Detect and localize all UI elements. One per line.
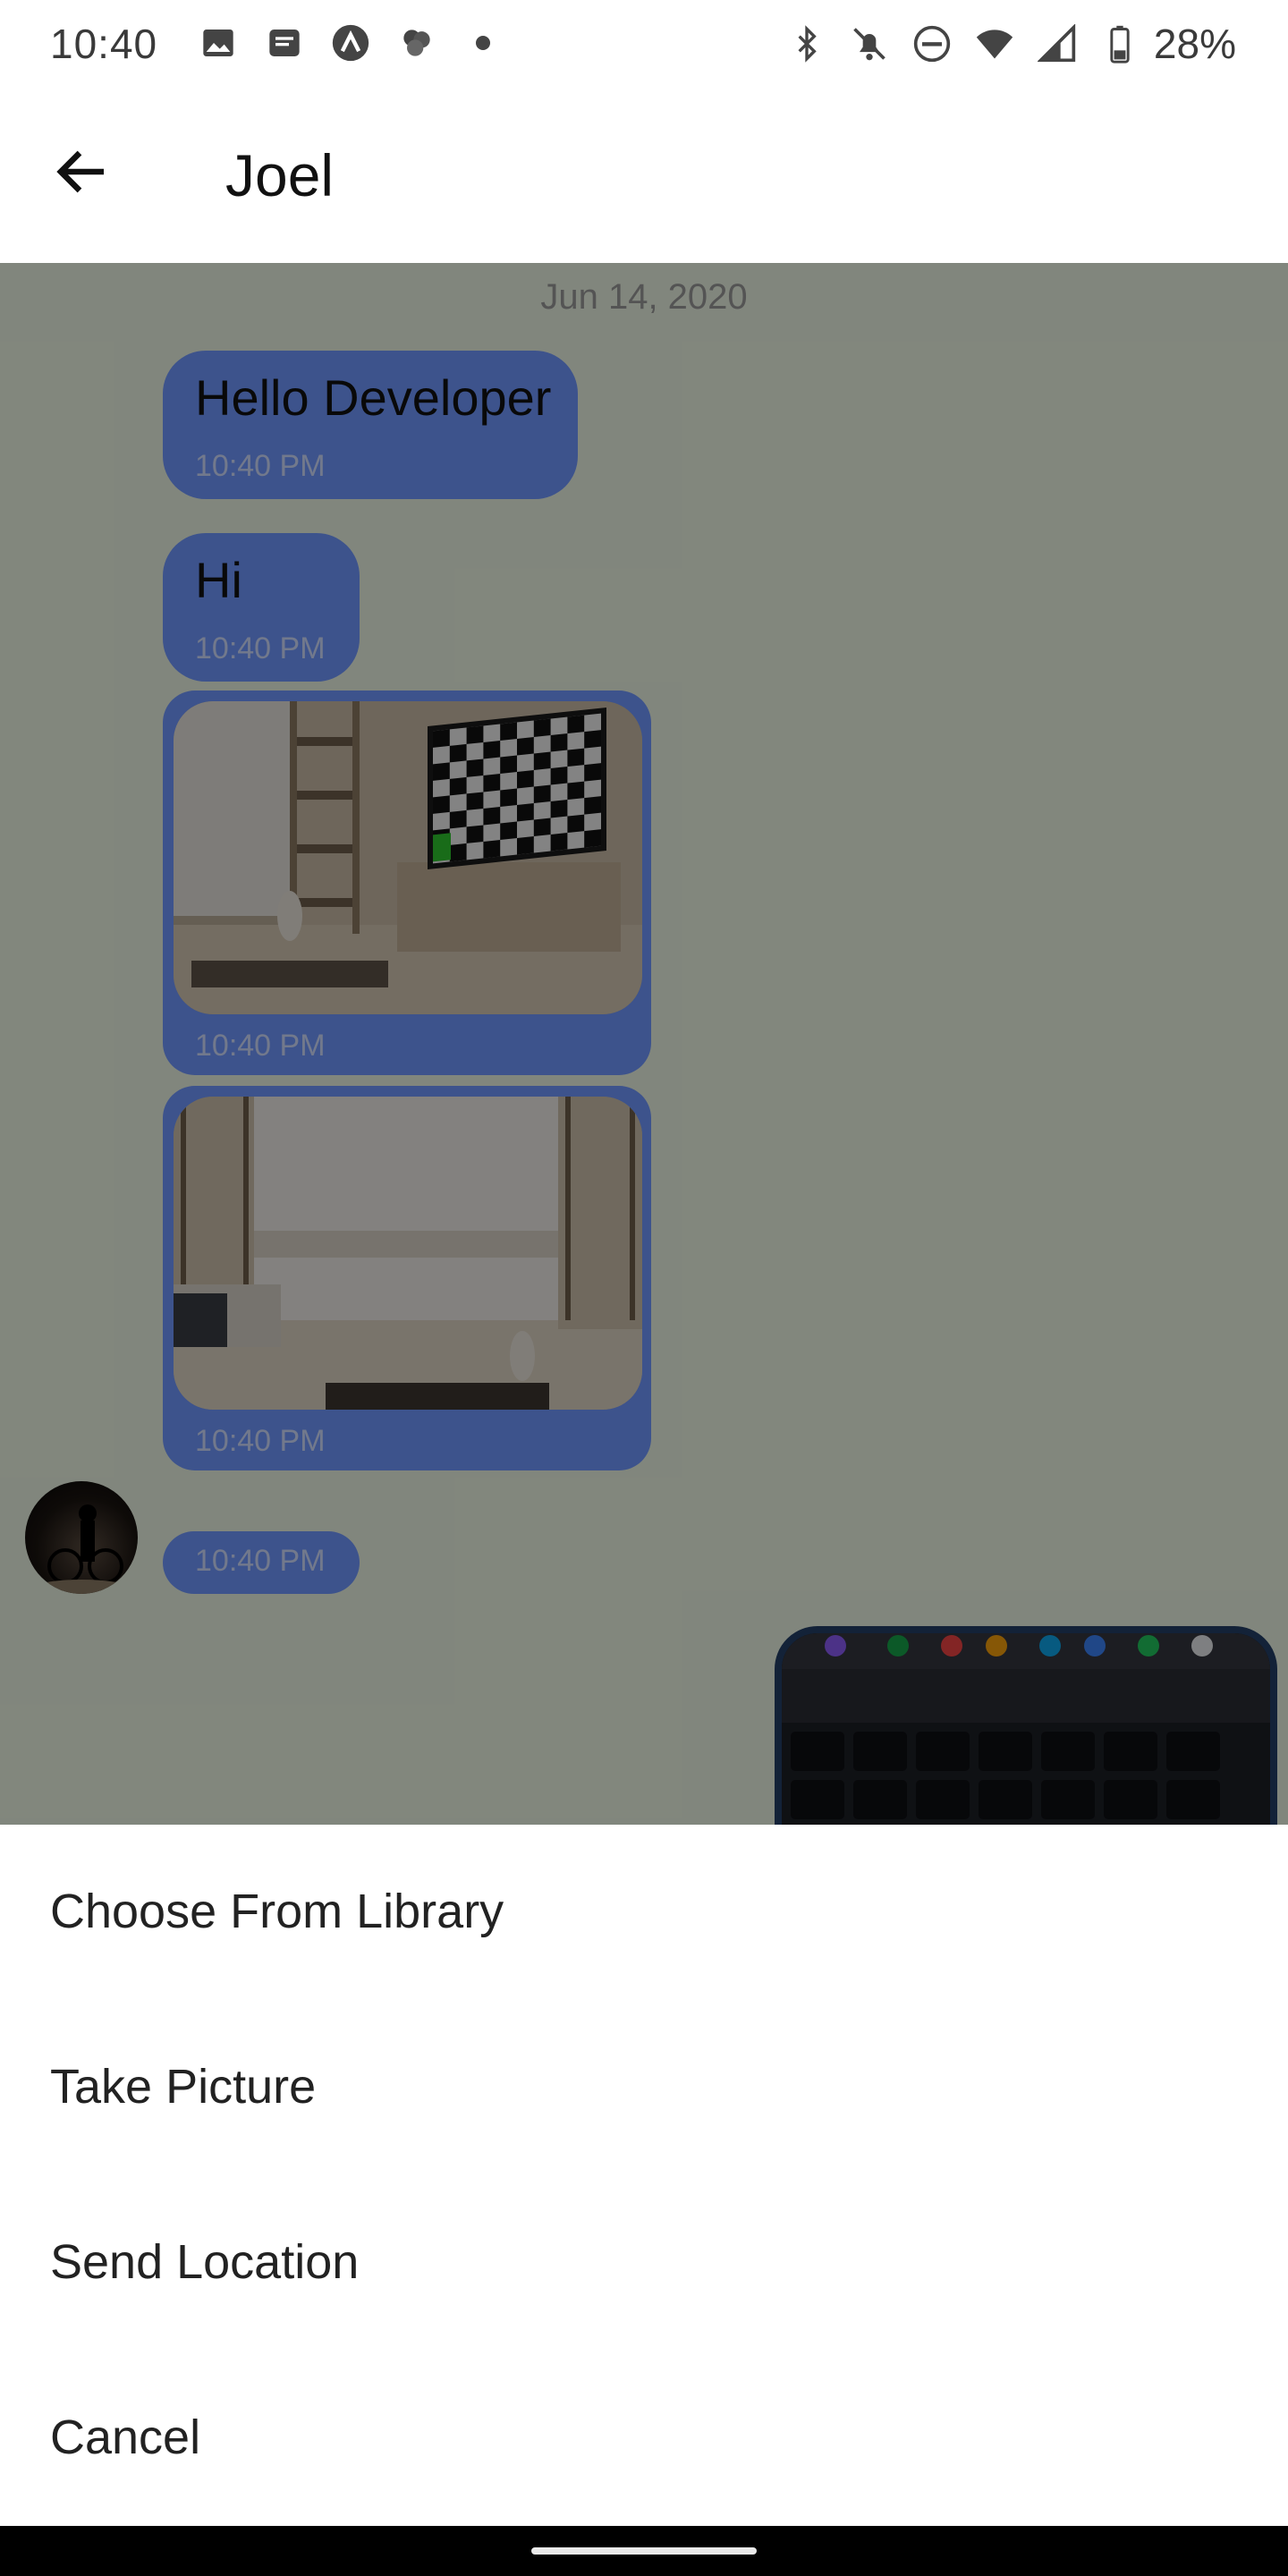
status-time: 10:40 xyxy=(50,21,158,67)
conversation-title: Joel xyxy=(225,142,335,208)
battery-icon xyxy=(1100,24,1140,64)
app-bar: Joel xyxy=(0,86,1288,263)
battery-percent: 28% xyxy=(1153,21,1236,67)
status-bar: 10:40 28% xyxy=(0,0,1288,86)
modal-scrim[interactable] xyxy=(0,263,1288,1825)
send-location-option[interactable]: Send Location xyxy=(50,2234,359,2290)
arc-app-icon xyxy=(331,23,370,63)
system-navigation-bar xyxy=(0,2526,1288,2576)
status-notification-icons xyxy=(199,23,503,63)
home-gesture-handle[interactable] xyxy=(531,2547,757,2555)
choose-from-library-option[interactable]: Choose From Library xyxy=(50,1884,504,1939)
pinwheel-icon xyxy=(397,23,436,63)
back-button[interactable] xyxy=(50,140,114,204)
arrow-left-icon xyxy=(56,150,104,193)
action-sheet: Choose From Library Take Picture Send Lo… xyxy=(0,1825,1288,2526)
cancel-option[interactable]: Cancel xyxy=(50,2410,200,2465)
wifi-icon xyxy=(975,24,1014,64)
cell-signal-icon xyxy=(1037,24,1077,64)
do-not-disturb-icon xyxy=(912,24,952,64)
photo-icon xyxy=(199,23,238,63)
take-picture-option[interactable]: Take Picture xyxy=(50,2059,316,2114)
message-icon xyxy=(265,23,304,63)
status-system-icons: 28% xyxy=(787,20,1236,68)
dot-icon xyxy=(463,23,503,63)
bell-off-icon xyxy=(850,24,889,64)
bluetooth-icon xyxy=(787,24,826,64)
